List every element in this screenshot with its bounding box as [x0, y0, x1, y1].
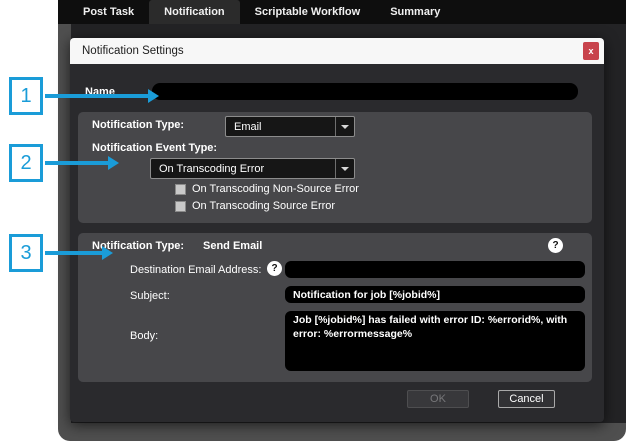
event-type-label: Notification Event Type: [92, 142, 218, 154]
event-type-value: On Transcoding Error [159, 162, 265, 175]
event-type-dropdown[interactable]: On Transcoding Error [150, 158, 355, 179]
subject-label: Subject: [130, 290, 170, 302]
notification-type-dropdown[interactable]: Email [225, 116, 355, 137]
checkbox-icon[interactable] [175, 200, 186, 212]
body-textarea[interactable]: Job [%jobid%] has failed with error ID: … [285, 311, 585, 371]
help-icon[interactable]: ? [548, 238, 563, 253]
help-icon[interactable]: ? [267, 261, 282, 276]
dropdown-caret-zone[interactable] [335, 159, 354, 178]
tab-post-task[interactable]: Post Task [68, 0, 149, 24]
checkbox-source-error[interactable]: On Transcoding Source Error [175, 200, 335, 212]
callout-3: 3 [9, 234, 43, 272]
dropdown-caret-zone[interactable] [335, 117, 354, 136]
dialog-body: Name Notification Type: Email Notificati… [70, 64, 604, 422]
name-input[interactable] [152, 83, 578, 100]
chevron-down-icon [341, 166, 349, 171]
callout-2-number: 2 [20, 151, 32, 174]
close-icon[interactable]: x [583, 42, 599, 60]
dialog-title-bar: Notification Settings x [70, 38, 604, 64]
subject-input[interactable] [285, 286, 585, 303]
body-label: Body: [130, 330, 159, 342]
dialog-title: Notification Settings [82, 45, 184, 57]
ok-button[interactable]: OK [407, 390, 469, 408]
destination-email-label: Destination Email Address: [130, 264, 262, 276]
tab-scriptable-workflow[interactable]: Scriptable Workflow [240, 0, 376, 24]
screenshot-root: Post Task Notification Scriptable Workfl… [0, 0, 626, 447]
event-type-section: Notification Type: Email Notification Ev… [78, 112, 592, 223]
checkbox-label: On Transcoding Source Error [192, 200, 336, 212]
tab-bar: Post Task Notification Scriptable Workfl… [58, 0, 626, 24]
arrow-right-icon [102, 246, 113, 260]
send-email-header-value: Send Email [203, 240, 263, 252]
notification-type-value: Email [234, 120, 262, 133]
callout-1-arrow [45, 94, 148, 98]
callout-2-arrow [45, 161, 108, 165]
send-email-section: Notification Type: Send Email ? Destinat… [78, 233, 592, 382]
callout-2: 2 [9, 144, 43, 182]
callout-3-arrow [45, 251, 102, 255]
chevron-down-icon [341, 124, 349, 129]
tab-notification[interactable]: Notification [149, 0, 240, 24]
callout-1: 1 [9, 77, 43, 115]
callout-1-number: 1 [20, 84, 32, 107]
checkbox-non-source-error[interactable]: On Transcoding Non-Source Error [175, 183, 359, 195]
destination-email-input[interactable] [285, 261, 585, 278]
notification-type-label: Notification Type: [92, 119, 185, 131]
arrow-right-icon [148, 89, 159, 103]
callout-3-number: 3 [20, 241, 32, 264]
checkbox-label: On Transcoding Non-Source Error [192, 183, 359, 195]
checkbox-icon[interactable] [175, 183, 186, 195]
cancel-button[interactable]: Cancel [498, 390, 555, 408]
arrow-right-icon [108, 156, 119, 170]
tab-summary[interactable]: Summary [375, 0, 455, 24]
